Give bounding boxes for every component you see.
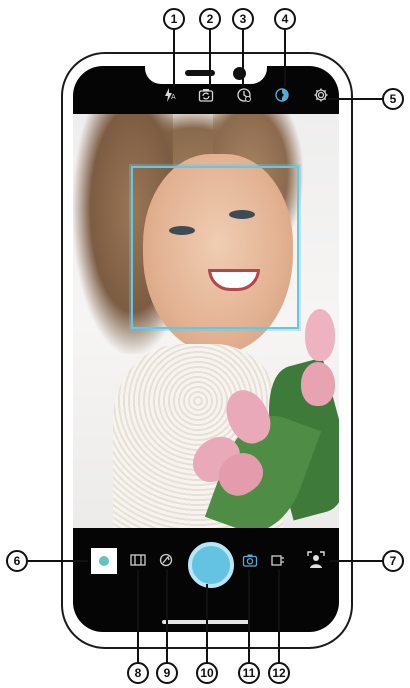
timer-icon[interactable] <box>236 87 252 103</box>
camera-mode-icon[interactable] <box>242 552 258 568</box>
callout-line <box>28 560 88 562</box>
notch <box>145 66 267 84</box>
callout-line <box>206 584 208 668</box>
callout-8: 8 <box>127 662 149 684</box>
flash-auto-icon[interactable]: A <box>161 87 177 103</box>
callout-11: 11 <box>238 662 260 684</box>
flash-mode-label: A <box>171 94 176 101</box>
face-detection-box <box>131 166 299 329</box>
callout-1: 1 <box>163 8 185 30</box>
hdr-icon[interactable] <box>274 87 290 103</box>
camera-screen: A <box>73 66 339 632</box>
callout-6: 6 <box>6 550 28 572</box>
callout-line <box>166 570 168 668</box>
callout-line <box>242 29 244 87</box>
flip-camera-icon[interactable] <box>198 87 214 103</box>
callout-line <box>284 29 286 87</box>
callout-line <box>330 560 382 562</box>
callout-2: 2 <box>199 8 221 30</box>
gallery-thumbnail[interactable] <box>91 548 117 574</box>
callout-3: 3 <box>232 8 254 30</box>
callout-9: 9 <box>156 662 178 684</box>
camera-viewfinder[interactable] <box>73 114 339 528</box>
front-camera <box>233 67 246 80</box>
callout-7: 7 <box>382 550 404 572</box>
callout-12: 12 <box>268 662 290 684</box>
callout-line <box>209 29 211 87</box>
callout-5: 5 <box>382 88 404 110</box>
gear-icon[interactable] <box>313 87 329 103</box>
tulip-flower <box>301 362 335 406</box>
callout-4: 4 <box>274 8 296 30</box>
tulip-flower <box>305 309 335 361</box>
filter-icon[interactable] <box>130 552 146 568</box>
callout-line <box>137 570 139 668</box>
shutter-button[interactable] <box>188 542 234 588</box>
callout-line <box>248 570 250 668</box>
portrait-mode-icon[interactable] <box>306 550 326 570</box>
callout-line <box>173 29 175 87</box>
callout-line <box>278 570 280 668</box>
callout-line <box>328 98 382 100</box>
gallery-dot <box>99 556 109 566</box>
beauty-icon[interactable] <box>158 552 174 568</box>
aspect-ratio-icon[interactable] <box>270 552 286 568</box>
callout-10: 10 <box>196 662 218 684</box>
